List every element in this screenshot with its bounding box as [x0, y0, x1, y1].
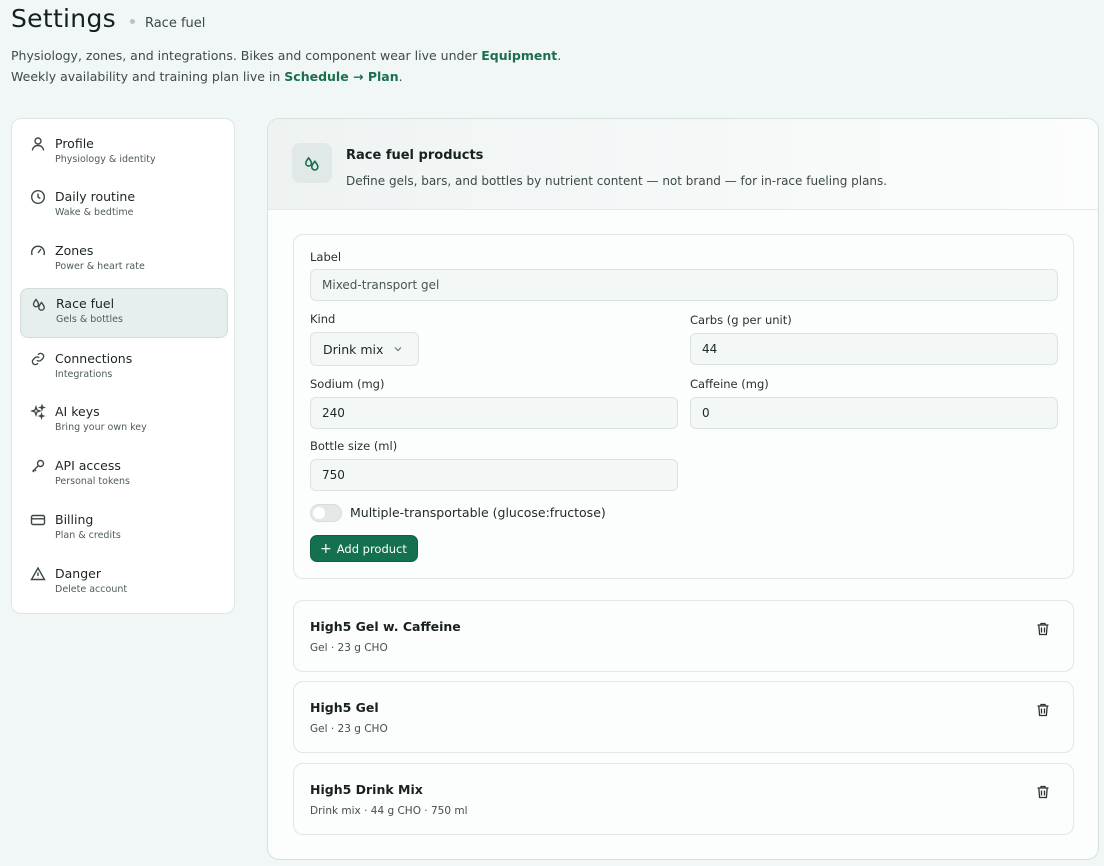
label-input[interactable] [310, 269, 1058, 301]
product-meta: Gel · 23 g CHO [310, 642, 388, 654]
droplets-icon [31, 296, 47, 312]
product-name: High5 Gel [310, 700, 379, 715]
sidebar-item-zones[interactable]: Zones Power & heart rate [20, 236, 228, 286]
sidebar-item-sublabel: Physiology & identity [55, 154, 156, 165]
multiple-transportable-toggle[interactable] [310, 504, 342, 522]
sidebar-item-sublabel: Plan & credits [55, 530, 121, 541]
warning-icon [30, 566, 46, 582]
sidebar-item-sublabel: Gels & bottles [56, 314, 123, 325]
add-product-button[interactable]: + Add product [310, 535, 418, 562]
equipment-link[interactable]: Equipment [481, 48, 557, 63]
race-fuel-panel: Race fuel products Define gels, bars, an… [267, 118, 1099, 860]
link-icon [30, 351, 46, 367]
droplets-icon [292, 143, 332, 183]
panel-description: Define gels, bars, and bottles by nutrie… [346, 174, 888, 188]
sidebar-item-sublabel: Bring your own key [55, 422, 147, 433]
plus-icon: + [320, 540, 332, 557]
sidebar-item-label: Connections [55, 351, 133, 366]
bottle-size-input[interactable] [310, 459, 678, 491]
caffeine-input[interactable] [690, 397, 1058, 429]
sidebar-item-race-fuel[interactable]: Race fuel Gels & bottles [20, 288, 228, 338]
product-name: High5 Gel w. Caffeine [310, 619, 461, 634]
sidebar-item-profile[interactable]: Profile Physiology & identity [20, 129, 228, 179]
carbs-input[interactable] [690, 333, 1058, 365]
sodium-input[interactable] [310, 397, 678, 429]
sparkles-icon [29, 403, 47, 421]
sidebar-item-label: API access [55, 458, 121, 473]
toggle-label: Multiple-transportable (glucose:fructose… [350, 505, 606, 520]
sidebar-item-sublabel: Power & heart rate [55, 261, 145, 272]
kind-select-value: Drink mix [323, 341, 384, 357]
kind-field-label: Kind [310, 312, 336, 326]
sidebar-item-ai-keys[interactable]: AI keys Bring your own key [20, 397, 228, 447]
product-meta: Drink mix · 44 g CHO · 750 ml [310, 805, 468, 817]
key-icon [30, 458, 46, 474]
sidebar-item-sublabel: Integrations [55, 369, 113, 380]
sidebar-item-danger[interactable]: Danger Delete account [20, 559, 228, 609]
sidebar-item-label: Profile [55, 136, 94, 151]
sidebar-item-connections[interactable]: Connections Integrations [20, 344, 228, 394]
trash-icon[interactable] [1035, 702, 1051, 718]
sidebar-item-sublabel: Wake & bedtime [55, 207, 134, 218]
page-header: Settings Race fuel [11, 4, 205, 33]
add-product-form: Label Kind Drink mix Carbs (g per unit) … [293, 234, 1074, 579]
sidebar-item-label: Race fuel [56, 296, 115, 311]
sidebar-item-label: Zones [55, 243, 94, 258]
breadcrumb-separator [129, 19, 135, 24]
sodium-field-label: Sodium (mg) [310, 377, 385, 391]
sidebar-item-billing[interactable]: Billing Plan & credits [20, 505, 228, 555]
product-meta: Gel · 23 g CHO [310, 723, 388, 735]
schedule-plan-link[interactable]: Schedule → Plan [284, 69, 398, 84]
sidebar-item-label: Billing [55, 512, 94, 527]
sidebar-item-api-access[interactable]: API access Personal tokens [20, 451, 228, 501]
caffeine-field-label: Caffeine (mg) [690, 377, 769, 391]
sidebar-item-label: AI keys [55, 404, 100, 419]
carbs-field-label: Carbs (g per unit) [690, 313, 792, 327]
product-card: High5 Gel w. Caffeine Gel · 23 g CHO [293, 600, 1074, 672]
sidebar-item-sublabel: Delete account [55, 584, 128, 595]
breadcrumb: Race fuel [144, 16, 206, 31]
panel-title: Race fuel products [346, 148, 484, 163]
clock-icon [30, 189, 46, 205]
page-subtitle: Physiology, zones, and integrations. Bik… [11, 45, 591, 87]
bottle-size-field-label: Bottle size (ml) [310, 439, 398, 453]
subtitle-text: Physiology, zones, and integrations. Bik… [11, 48, 482, 63]
chevron-down-icon [394, 347, 402, 352]
trash-icon[interactable] [1035, 784, 1051, 800]
product-card: High5 Drink Mix Drink mix · 44 g CHO · 7… [293, 763, 1074, 835]
panel-header: Race fuel products Define gels, bars, an… [268, 119, 1098, 210]
add-product-label: Add product [336, 541, 407, 556]
label-field-label: Label [310, 250, 342, 264]
subtitle-text: . [398, 69, 403, 84]
sidebar-item-label: Danger [55, 566, 101, 581]
product-name: High5 Drink Mix [310, 782, 423, 797]
page-title: Settings [11, 4, 116, 33]
kind-select[interactable]: Drink mix [310, 332, 419, 366]
credit-card-icon [30, 512, 46, 528]
settings-sidebar: Profile Physiology & identity Daily routi… [11, 118, 235, 614]
gauge-icon [30, 243, 46, 259]
product-card: High5 Gel Gel · 23 g CHO [293, 681, 1074, 753]
sidebar-item-daily-routine[interactable]: Daily routine Wake & bedtime [20, 182, 228, 232]
sidebar-item-label: Daily routine [55, 189, 136, 204]
person-icon [30, 136, 46, 152]
sidebar-item-sublabel: Personal tokens [55, 476, 130, 487]
trash-icon[interactable] [1035, 621, 1051, 637]
